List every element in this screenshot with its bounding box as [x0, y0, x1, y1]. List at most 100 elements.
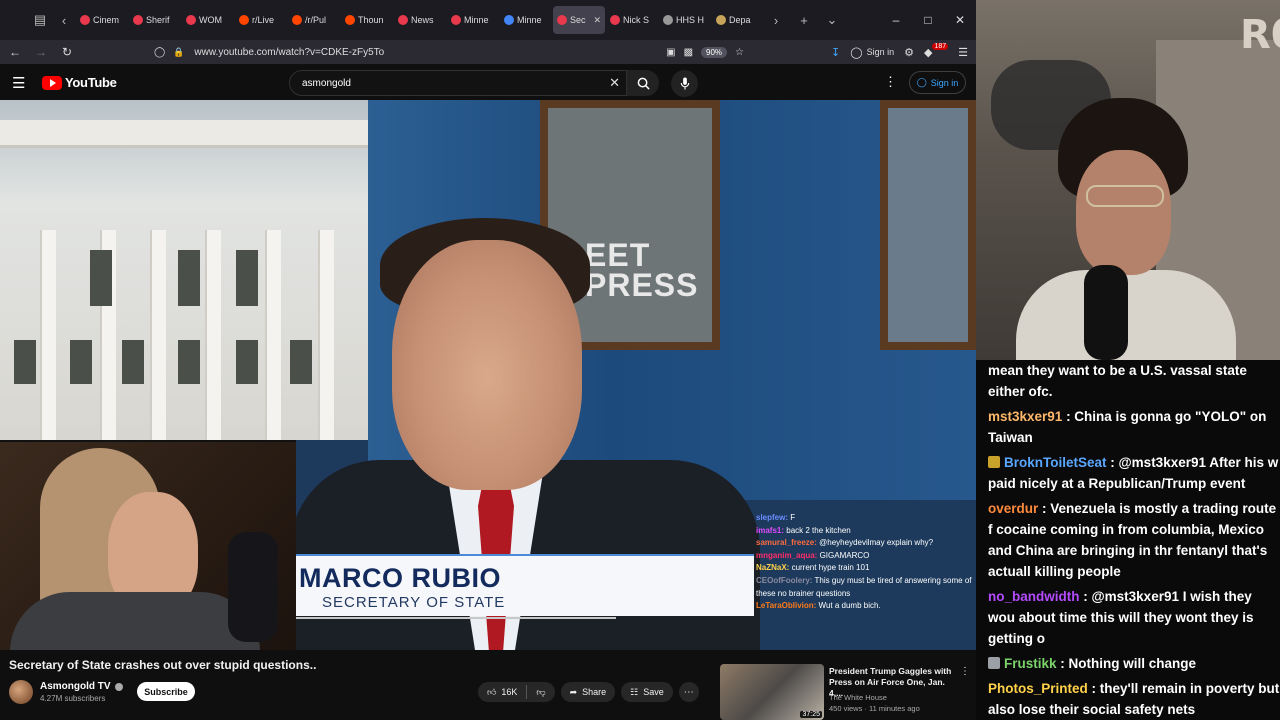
streamer-microphone — [1084, 265, 1128, 360]
minimize-icon[interactable]: – — [880, 13, 912, 27]
dislike-icon: 👎︎ — [536, 686, 546, 697]
browser-tab[interactable]: Minne — [500, 6, 552, 34]
browser-tab[interactable]: Sec ✕ — [553, 6, 605, 34]
channel-name[interactable]: Asmongold TV — [40, 681, 111, 692]
share-button[interactable]: ➦ Share — [560, 682, 616, 702]
tab-menu-chevron-icon[interactable]: ⌄ — [820, 8, 844, 32]
chat-text: : Nothing will change — [1056, 656, 1197, 671]
channel-name-row[interactable]: Asmongold TV — [40, 681, 123, 692]
subscribe-button[interactable]: Subscribe — [137, 682, 195, 701]
overlay-chat-text: F — [788, 513, 796, 522]
settings-kebab-icon[interactable]: ⋮ — [884, 74, 897, 90]
account-icon[interactable]: ◯ — [850, 46, 862, 59]
overlay-chat-text: GIGAMARCO — [817, 550, 870, 560]
video-background-frame-right — [880, 100, 976, 350]
recommended-channel[interactable]: The White House — [829, 693, 887, 702]
browser-tab[interactable]: News — [394, 6, 446, 34]
zoom-level[interactable]: 90% — [701, 46, 728, 58]
recommended-thumbnail[interactable]: 37:25 — [720, 664, 824, 720]
close-window-icon[interactable]: ✕ — [944, 13, 976, 27]
second-streamer-webcam: R0 — [976, 0, 1280, 360]
browser-tab[interactable]: Nick S — [606, 6, 658, 34]
search-input[interactable] — [290, 71, 580, 95]
save-label: Save — [643, 687, 664, 697]
more-actions-icon[interactable]: ⋯ — [678, 682, 699, 702]
youtube-logo[interactable]: YouTube — [42, 75, 117, 90]
close-tab-icon[interactable]: ✕ — [593, 15, 601, 26]
scroll-tabs-right-icon[interactable]: › — [764, 8, 788, 32]
lower-third-name: MARCO RUBIO — [299, 563, 501, 593]
extension-badge: 187 — [932, 42, 949, 50]
tab-favicon-icon — [716, 15, 726, 25]
scroll-tabs-left-icon[interactable]: ‹ — [52, 8, 76, 32]
new-tab-icon[interactable]: + — [792, 8, 816, 32]
address-bar[interactable]: ◯ 🔒 www.youtube.com/watch?v=CDKE-zFy5To … — [154, 40, 744, 64]
channel-avatar[interactable] — [9, 680, 33, 704]
guide-menu-icon[interactable]: ☰ — [12, 74, 25, 92]
back-icon[interactable]: ← — [2, 45, 28, 59]
clear-search-icon[interactable]: ✕ — [609, 75, 620, 91]
user-circle-icon: ◯ — [916, 77, 927, 87]
chat-username[interactable]: Photos_Printed — [988, 681, 1088, 696]
tab-label: Sec — [570, 15, 586, 25]
tab-favicon-icon — [398, 15, 408, 25]
speaker-face — [392, 240, 582, 490]
overlay-chat-message: mnganim_aqua: GIGAMARCO — [756, 550, 974, 563]
downloads-icon[interactable]: ↧ — [831, 46, 840, 59]
browser-tab[interactable]: Thoun — [341, 6, 393, 34]
picture-in-picture-icon[interactable]: ▣ — [666, 47, 675, 58]
stream-overlay-text: R0 — [1240, 12, 1280, 58]
chat-username[interactable]: BroknToiletSeat — [1004, 455, 1107, 470]
browser-tab[interactable]: r/Live — [235, 6, 287, 34]
chat-username[interactable]: mst3kxer91 — [988, 409, 1062, 424]
youtube-sign-in-button[interactable]: ◯ Sign in — [909, 71, 966, 94]
tab-label: News — [411, 15, 434, 25]
browser-tab[interactable]: Depa — [712, 6, 764, 34]
recommended-meta: 450 views · 11 minutes ago — [829, 704, 920, 713]
save-button[interactable]: ☷ Save — [621, 682, 673, 702]
browser-tab[interactable]: Minne — [447, 6, 499, 34]
tab-label: Sherif — [146, 15, 170, 25]
youtube-header: ☰ YouTube ✕ ⋮ ◯ Sign in — [0, 66, 976, 100]
tabs: Cinem Sherif WOM r/Live/r/Pul Thoun News Minne… — [76, 6, 764, 34]
like-button[interactable]: 👍︎ 16K — [478, 682, 526, 702]
url-text[interactable]: www.youtube.com/watch?v=CDKE-zFy5To — [194, 47, 384, 58]
overlay-chat-user: imafs1: — [756, 525, 785, 535]
browser-tab[interactable]: WOM — [182, 6, 234, 34]
youtube-play-icon — [42, 75, 62, 90]
tab-list-icon[interactable]: ▤ — [28, 8, 52, 32]
browser-tab[interactable]: HHS H — [659, 6, 711, 34]
app-menu-icon[interactable]: ☰ — [958, 46, 968, 59]
lock-icon[interactable]: 🔒 — [173, 47, 184, 58]
extensions-icon[interactable]: ⚙ — [904, 46, 914, 59]
reload-icon[interactable]: ↻ — [54, 45, 80, 59]
search-box[interactable]: ✕ — [289, 70, 627, 96]
overlay-chat-text: Wut a dumb bich. — [816, 601, 881, 611]
recommended-menu-icon[interactable]: ⋮ — [960, 666, 970, 677]
video-player[interactable]: EET PRESS MARCO RUBIO SECRETARY OF STATE… — [0, 100, 976, 650]
chat-username[interactable]: Frustikk — [1004, 656, 1057, 671]
navigation-bar: ← → ↻ ◯ 🔒 www.youtube.com/watch?v=CDKE-z… — [0, 40, 976, 64]
browser-tab[interactable]: Cinem — [76, 6, 128, 34]
tab-label: Thoun — [358, 15, 384, 25]
browser-sign-in[interactable]: Sign in — [867, 47, 895, 57]
shield-icon[interactable]: ◯ — [154, 47, 165, 58]
overlay-chat-text: back 2 the kitchen — [784, 525, 851, 535]
forward-icon[interactable]: → — [28, 45, 54, 59]
search-button[interactable] — [627, 70, 659, 96]
overlay-chat-user: CEOofFoolery: — [756, 575, 813, 585]
maximize-icon[interactable]: □ — [912, 13, 944, 27]
chat-username[interactable]: overdur — [988, 501, 1038, 516]
dislike-button[interactable]: 👎︎ — [527, 682, 554, 702]
bookmark-star-icon[interactable]: ☆ — [735, 47, 744, 58]
voice-search-button[interactable] — [671, 70, 698, 97]
reader-view-icon[interactable]: ▩ — [684, 47, 693, 58]
chat-username[interactable]: no_bandwidth — [988, 589, 1080, 604]
chat-message: Photos_Printed : they'll remain in pover… — [988, 678, 1280, 720]
tab-label: HHS H — [676, 15, 705, 25]
recommended-video[interactable]: 37:25 President Trump Gaggles with Press… — [720, 664, 976, 720]
browser-tab[interactable]: Sherif — [129, 6, 181, 34]
shield-extension-icon[interactable]: ◆ — [924, 46, 932, 59]
browser-tab[interactable]: /r/Pul — [288, 6, 340, 34]
tab-label: WOM — [199, 15, 222, 25]
